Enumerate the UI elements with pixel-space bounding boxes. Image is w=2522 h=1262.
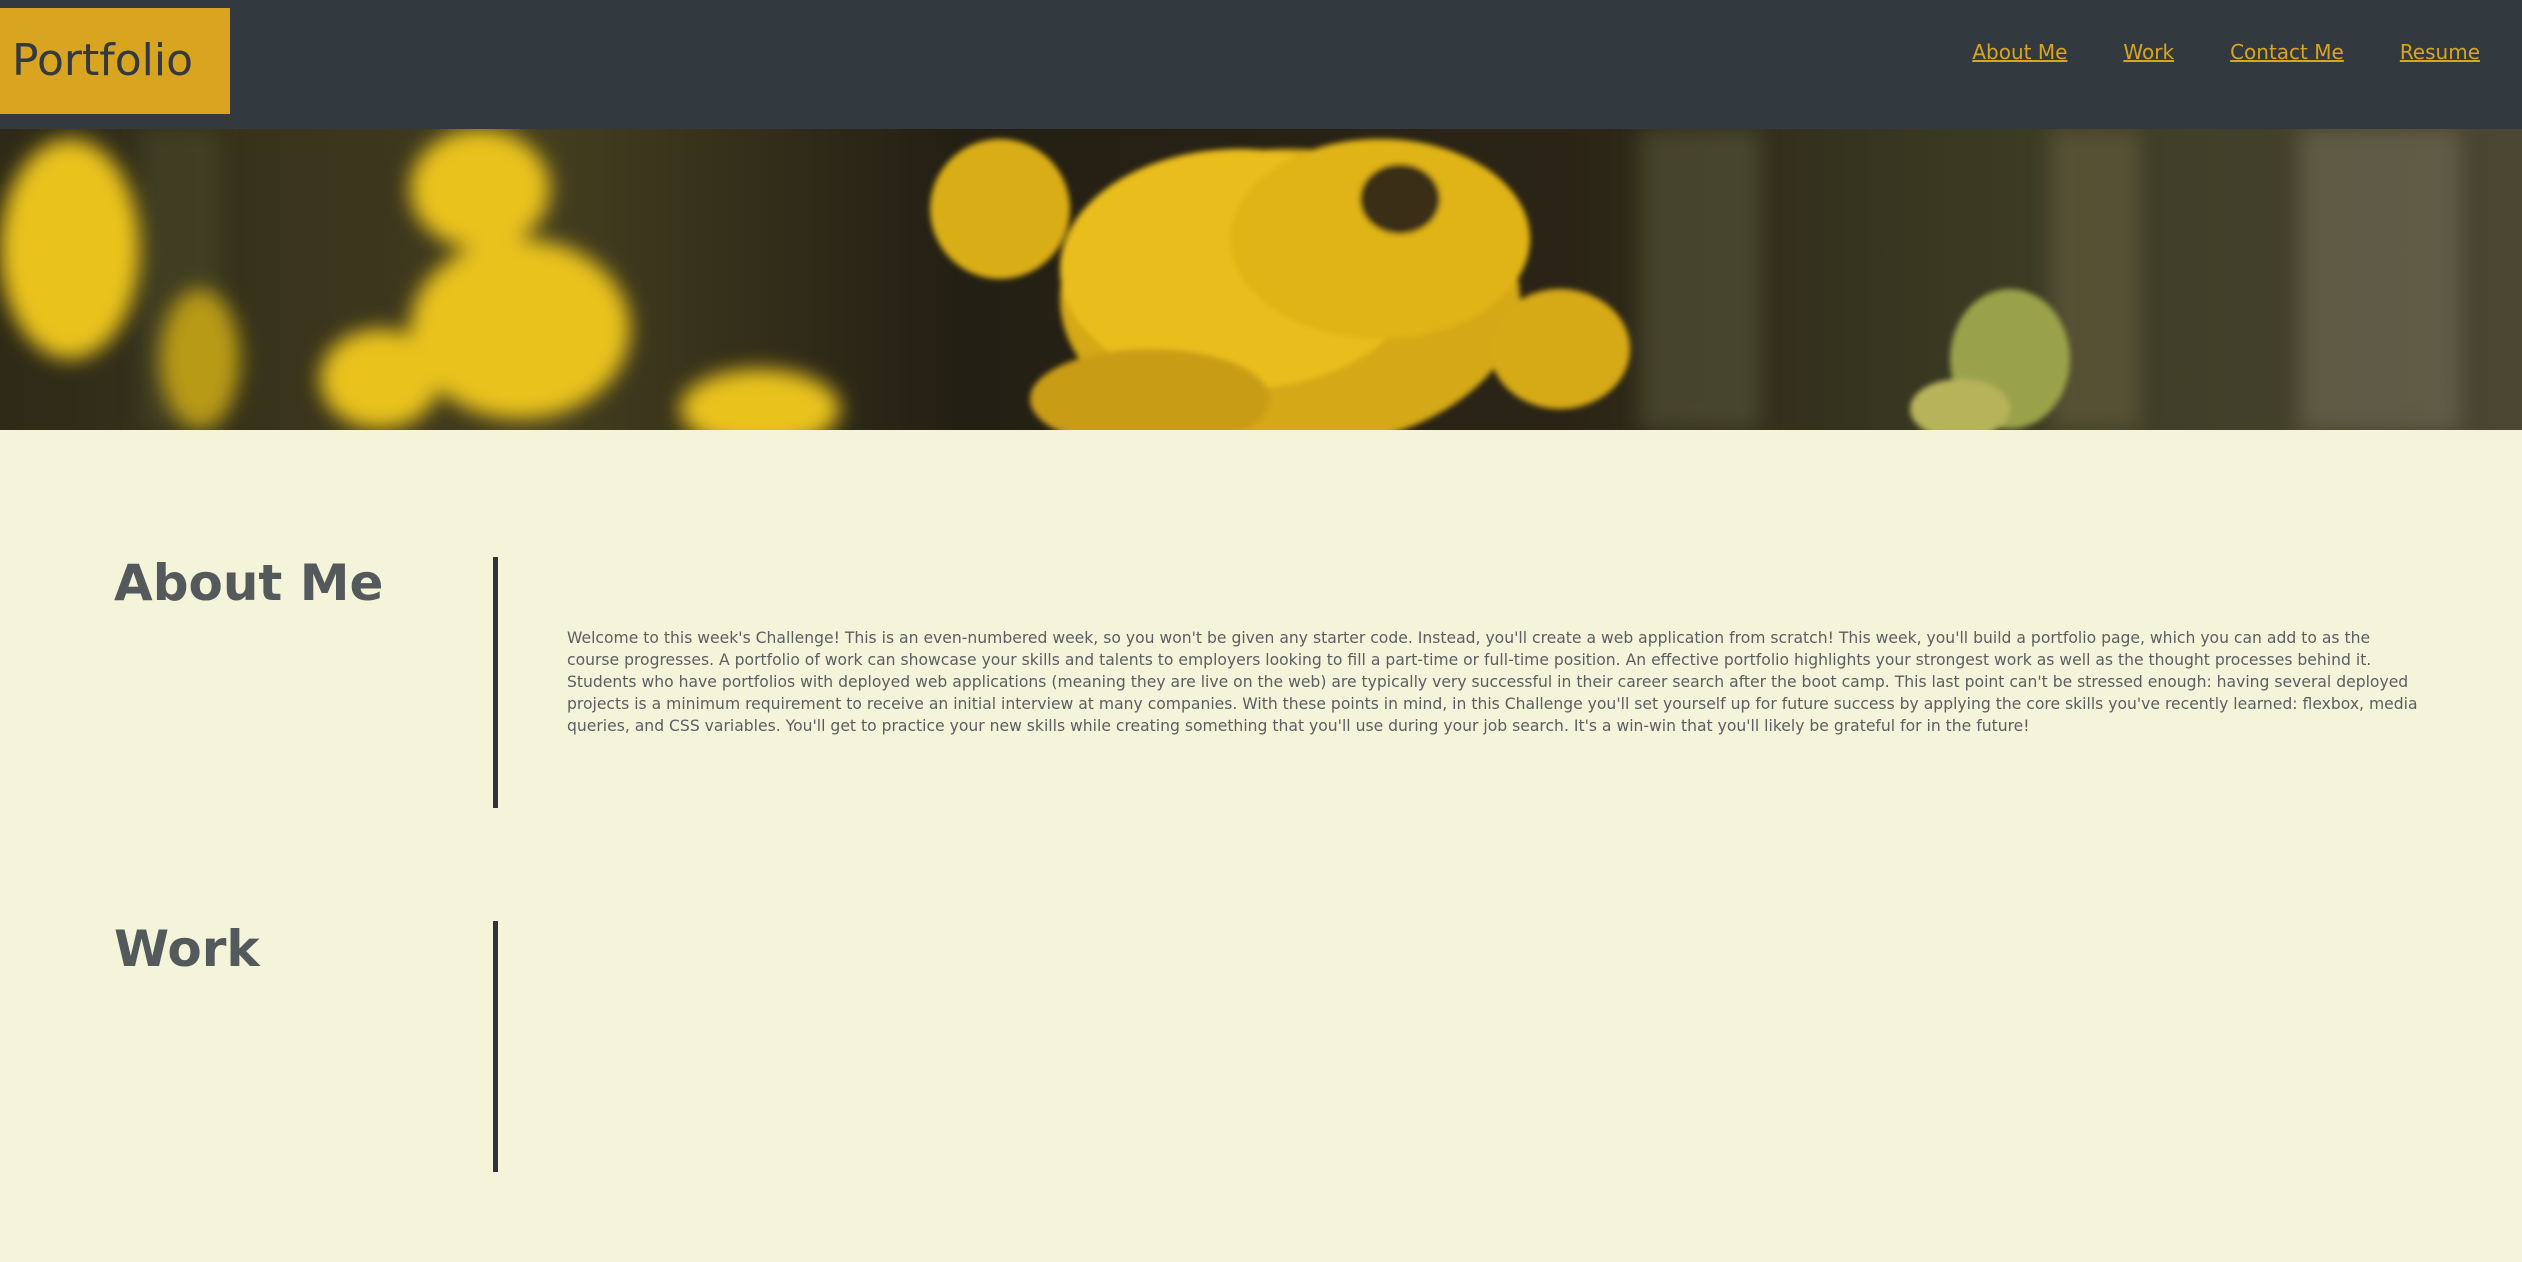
main-nav: About Me Work Contact Me Resume	[1972, 40, 2480, 64]
about-me-section: About Me Welcome to this week's Challeng…	[0, 553, 2522, 808]
nav-about-me-link[interactable]: About Me	[1972, 40, 2067, 64]
site-logo[interactable]: Portfolio	[0, 8, 230, 114]
nav-contact-me-link[interactable]: Contact Me	[2230, 40, 2344, 64]
nav-resume-link[interactable]: Resume	[2400, 40, 2480, 64]
site-header: Portfolio About Me Work Contact Me Resum…	[0, 0, 2522, 129]
work-heading: Work	[114, 920, 260, 978]
nav-work-link[interactable]: Work	[2123, 40, 2174, 64]
about-me-divider	[493, 557, 498, 808]
about-me-heading: About Me	[114, 554, 384, 612]
work-section: Work	[0, 919, 2522, 1174]
about-me-text: Welcome to this week's Challenge! This i…	[567, 629, 2418, 735]
hero-banner-image	[0, 129, 2522, 430]
work-divider	[493, 921, 498, 1172]
